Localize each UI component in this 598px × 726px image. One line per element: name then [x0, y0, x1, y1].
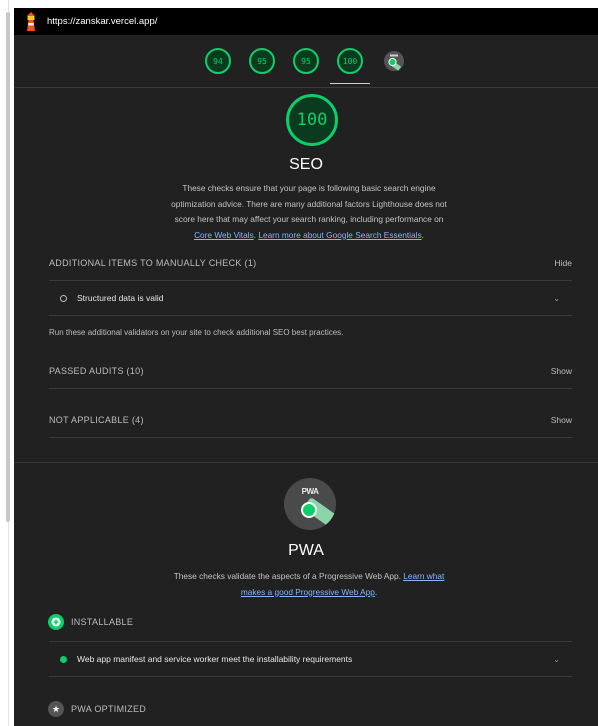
- manual-checks-hide-toggle[interactable]: Hide: [555, 258, 572, 268]
- gauge-pwa[interactable]: [372, 35, 416, 87]
- audit-title: Web app manifest and service worker meet…: [77, 654, 353, 664]
- chevron-down-icon[interactable]: ⌄: [553, 294, 560, 303]
- manual-audit-icon: [60, 294, 67, 302]
- gauge-performance[interactable]: 94: [196, 35, 240, 87]
- pwa-description-text: These checks validate the aspects of a P…: [173, 571, 401, 581]
- score-gauges: 94 95 95 100: [14, 35, 598, 87]
- seo-description-line-4: Core Web Vitals. Learn more about Google…: [194, 229, 424, 240]
- pwa-description-line-1: These checks validate the aspects of a P…: [144, 569, 474, 585]
- not-applicable-title: NOT APPLICABLE (4): [49, 415, 144, 425]
- manual-checks-title: ADDITIONAL ITEMS TO MANUALLY CHECK (1): [49, 258, 257, 268]
- not-applicable-group[interactable]: NOT APPLICABLE (4) Show: [49, 403, 572, 438]
- pass-dot-icon: [60, 655, 67, 663]
- pwa-description-line-2: makes a good Progressive Web App.: [240, 586, 378, 597]
- installable-title: INSTALLABLE: [71, 617, 134, 627]
- not-applicable-show-toggle[interactable]: Show: [551, 415, 572, 425]
- gauge-best-practices[interactable]: 95: [284, 35, 328, 87]
- page-url[interactable]: https://zanskar.vercel.app/: [47, 16, 157, 27]
- manual-checks-note: Run these additional validators on your …: [49, 328, 344, 337]
- installable-plus-icon: [48, 614, 64, 630]
- browser-scrollbar[interactable]: [0, 0, 14, 726]
- pwa-optimized-heading: ★ PWA OPTIMIZED: [48, 701, 146, 717]
- passed-audits-group[interactable]: PASSED AUDITS (10) Show: [49, 354, 572, 389]
- gauge-accessibility[interactable]: 95: [240, 35, 284, 87]
- pwa-learn-link-part-2[interactable]: makes a good Progressive Web App: [241, 587, 375, 597]
- category-divider: [14, 462, 598, 463]
- pwa-optimized-title: PWA OPTIMIZED: [71, 704, 147, 714]
- seo-description-line-1: These checks ensure that your page is fo…: [182, 183, 436, 193]
- seo-title: SEO: [289, 156, 323, 173]
- scrollbar-thumb[interactable]: [6, 12, 10, 522]
- gauge-best-practices-score: 95: [293, 48, 319, 74]
- gauge-seo-score: 100: [337, 48, 363, 74]
- header-divider: [14, 87, 598, 88]
- seo-description: These checks ensure that your page is fo…: [154, 181, 464, 243]
- pwa-badge-text: PWA: [301, 487, 319, 496]
- gauge-performance-score: 94: [205, 48, 231, 74]
- lighthouse-report: https://zanskar.vercel.app/ 94 95 95 100…: [14, 8, 598, 726]
- core-web-vitals-link[interactable]: Core Web Vitals: [194, 230, 254, 240]
- pwa-badge-icon: PWA: [284, 478, 336, 530]
- pwa-gauge-icon: [384, 51, 404, 71]
- passed-audits-title: PASSED AUDITS (10): [49, 366, 144, 376]
- installable-heading: INSTALLABLE: [48, 614, 133, 630]
- lighthouse-logo-icon: [27, 11, 35, 31]
- audit-installability[interactable]: Web app manifest and service worker meet…: [49, 641, 572, 677]
- star-icon: ★: [48, 701, 64, 717]
- pwa-badge-dot: [301, 502, 317, 518]
- seo-description-line-3: score here that may affect your search r…: [174, 214, 444, 224]
- audit-structured-data[interactable]: Structured data is valid ⌄: [49, 281, 572, 316]
- gauge-accessibility-score: 95: [249, 48, 275, 74]
- report-topbar: https://zanskar.vercel.app/: [14, 8, 598, 35]
- pwa-title: PWA: [288, 542, 324, 559]
- chevron-down-icon[interactable]: ⌄: [553, 655, 560, 664]
- audit-title: Structured data is valid: [77, 293, 164, 303]
- passed-audits-show-toggle[interactable]: Show: [551, 366, 572, 376]
- seo-score-gauge: 100: [286, 94, 338, 146]
- pwa-description: These checks validate the aspects of a P…: [144, 569, 474, 600]
- pwa-learn-link-part-1[interactable]: Learn what: [403, 571, 444, 581]
- manual-checks-group[interactable]: ADDITIONAL ITEMS TO MANUALLY CHECK (1) H…: [49, 246, 572, 281]
- gauge-seo[interactable]: 100: [328, 35, 372, 87]
- search-essentials-link[interactable]: Learn more about Google Search Essential…: [258, 230, 421, 240]
- seo-description-line-2: optimization advice. There are many addi…: [171, 198, 447, 209]
